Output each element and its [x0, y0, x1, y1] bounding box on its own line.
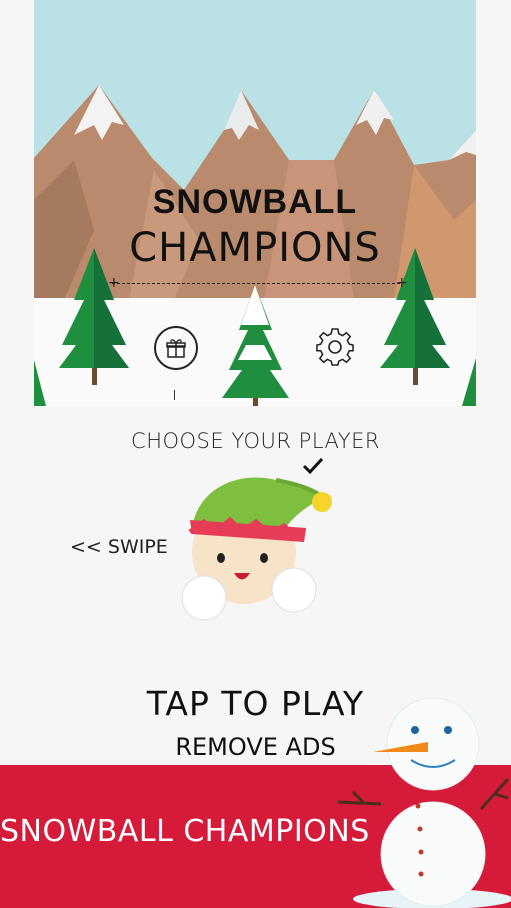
settings-button[interactable] — [314, 326, 356, 368]
title-line-2: CHAMPIONS — [129, 225, 381, 271]
plus-right-icon: + — [396, 275, 408, 291]
gift-button[interactable] — [154, 326, 198, 370]
plus-left-icon: + — [108, 275, 120, 291]
snowman-illustration — [337, 697, 511, 908]
title-underline — [112, 283, 400, 284]
choose-player-label: CHOOSE YOUR PLAYER — [131, 429, 380, 453]
title-scene: SNOWBALL CHAMPIONS + + — [34, 0, 476, 406]
right-margin — [476, 0, 511, 765]
gift-icon — [166, 339, 186, 358]
banner-title: SNOWBALL CHAMPIONS — [0, 814, 370, 849]
left-margin — [0, 0, 34, 765]
elf-player-character[interactable] — [176, 470, 346, 630]
gear-icon — [316, 328, 354, 366]
title-line-1: SNOWBALL — [152, 183, 358, 221]
swipe-hint: << SWIPE — [70, 536, 168, 558]
page-indicator — [174, 390, 175, 400]
